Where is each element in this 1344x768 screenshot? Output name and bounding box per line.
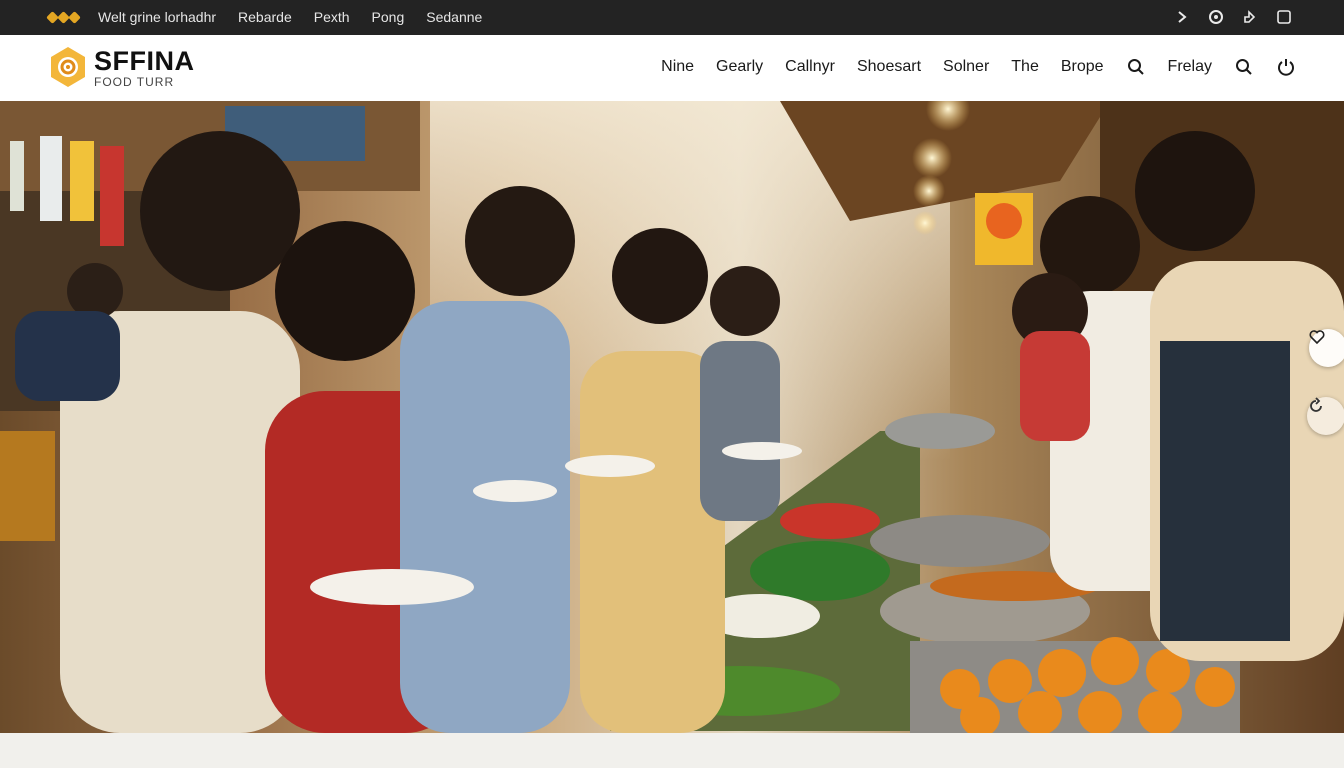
nav-item-solner[interactable]: Solner (943, 58, 989, 76)
nav-item-the[interactable]: The (1011, 58, 1039, 76)
nav-item-frelay[interactable]: Frelay (1168, 58, 1212, 76)
heart-icon (1309, 330, 1325, 345)
content-strip (0, 733, 1344, 768)
utility-link[interactable]: Pong (372, 9, 405, 25)
main-nav: Nine Gearly Callnyr Shoesart Solner The … (661, 57, 1296, 77)
share-icon[interactable] (1242, 8, 1258, 26)
nav-item-callnyr[interactable]: Callnyr (785, 58, 835, 76)
brand-tagline: FOOD TURR (94, 75, 175, 89)
arrow-right-icon[interactable] (1174, 8, 1190, 26)
main-header: SFFINA FOOD TURR Nine Gearly Callnyr Sho… (0, 35, 1344, 102)
brand-name: SFFINA (94, 46, 195, 76)
hero-image (0, 101, 1344, 733)
utility-link[interactable]: Rebarde (238, 9, 292, 25)
power-icon[interactable] (1276, 57, 1296, 77)
user-icon[interactable] (1208, 8, 1224, 26)
utility-link[interactable]: Sedanne (426, 9, 482, 25)
nav-item-nine[interactable]: Nine (661, 58, 694, 76)
search-icon[interactable] (1234, 57, 1254, 77)
search-icon[interactable] (1126, 57, 1146, 77)
refresh-icon (1310, 397, 1322, 412)
mini-logo-icon[interactable] (46, 10, 81, 24)
refresh-button[interactable] (1307, 397, 1344, 435)
hero-market-illustration (0, 101, 1344, 733)
utility-links: Welt grine lorhadhr Rebarde Pexth Pong S… (98, 9, 482, 25)
brand-logo[interactable]: SFFINA FOOD TURR (48, 45, 195, 89)
favorite-button[interactable] (1309, 329, 1344, 367)
utility-link[interactable]: Pexth (314, 9, 350, 25)
utility-icons (1174, 8, 1292, 26)
nav-item-gearly[interactable]: Gearly (716, 58, 763, 76)
top-utility-bar: Welt grine lorhadhr Rebarde Pexth Pong S… (0, 0, 1344, 35)
utility-link[interactable]: Welt grine lorhadhr (98, 9, 216, 25)
nav-item-shoesart[interactable]: Shoesart (857, 58, 921, 76)
brand-mark-icon (48, 45, 88, 89)
nav-item-brope[interactable]: Brope (1061, 58, 1104, 76)
bookmark-icon[interactable] (1276, 8, 1292, 26)
